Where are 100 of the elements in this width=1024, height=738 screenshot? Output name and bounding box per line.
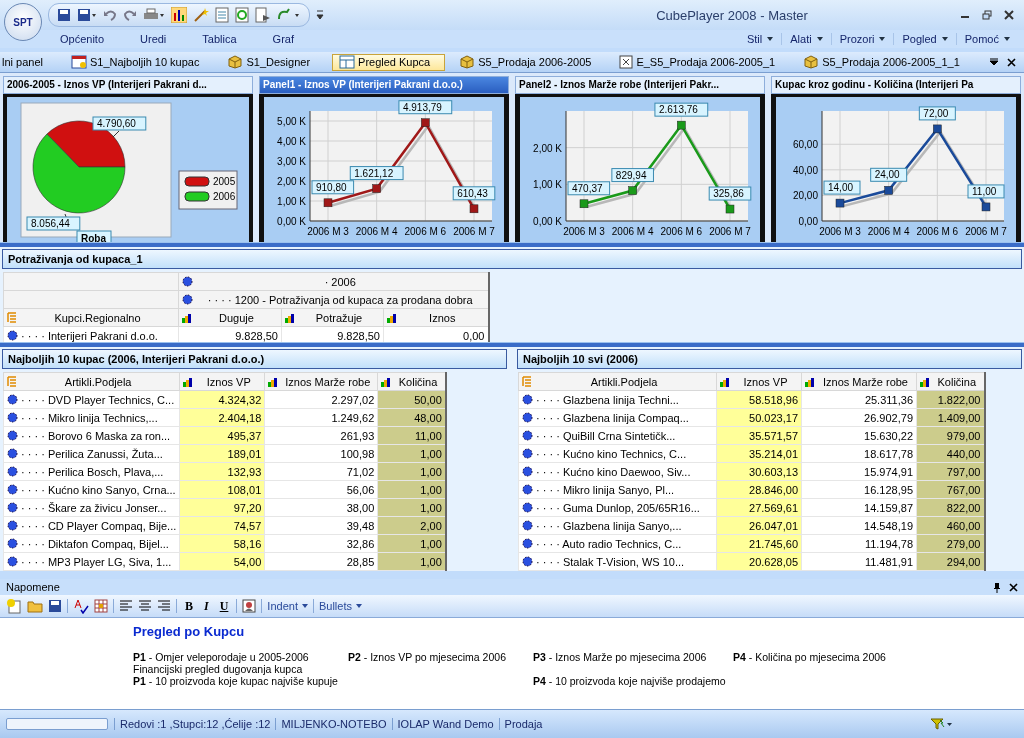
row-label[interactable]: · · · · Kućno kino Daewoo, Siv...: [536, 465, 691, 478]
row-label[interactable]: · · · · Mikro linija Sanyo, Pl...: [536, 483, 675, 496]
row-label[interactable]: · · · · Glazbena linija Techni...: [536, 393, 679, 406]
format-button[interactable]: U: [216, 598, 232, 614]
menu-dropdown[interactable]: Alati: [781, 33, 831, 45]
column-header[interactable]: Duguje: [195, 311, 278, 324]
close-icon[interactable]: [1004, 10, 1014, 20]
row-label[interactable]: · · · · Diktafon Compaq, Bijel...: [21, 537, 169, 550]
member-icon: [7, 466, 18, 477]
row-label[interactable]: · · · · Stalak T-Vision, WS 10...: [536, 555, 685, 568]
format-button[interactable]: I: [201, 598, 212, 614]
row-dimension-header[interactable]: Artikli.Podjela: [535, 375, 713, 388]
row-label[interactable]: · · · · Glazbena linija Sanyo,...: [536, 519, 682, 532]
panel-title[interactable]: Panel1 - Iznos VP (Interijeri Pakrani d.o.o.): [259, 76, 509, 94]
menu-dropdown[interactable]: Pogled: [893, 33, 956, 45]
column-header[interactable]: · · · · 1200 - Potraživanja od kupaca za prodana dobra: [196, 293, 485, 306]
toolbar-dropdown[interactable]: Bullets: [318, 600, 362, 612]
document-tab[interactable]: S5_Prodaja 2006-2005_1_1: [797, 53, 974, 71]
column-header[interactable]: Iznos VP: [733, 375, 798, 388]
refresh-icon[interactable]: [235, 7, 249, 23]
row-label[interactable]: · · · · QuiBill Crna Sintetičk...: [536, 429, 676, 442]
data-label: 1.621,12: [349, 166, 404, 181]
column-header[interactable]: · 2006: [196, 275, 485, 288]
menu-dropdown[interactable]: Prozori: [830, 33, 894, 45]
customize-toolbar-icon[interactable]: [316, 10, 324, 20]
data-label: 24,00: [870, 167, 908, 182]
contact-icon[interactable]: [242, 599, 257, 613]
row-label[interactable]: · · · · Mikro linija Technics,...: [21, 411, 158, 424]
row-label[interactable]: · · · · Kućno kino Sanyo, Crna...: [21, 483, 176, 496]
restore-icon[interactable]: [982, 10, 992, 20]
save-icon[interactable]: [57, 8, 71, 22]
row-label[interactable]: · · · · Interijeri Pakrani d.o.o.: [21, 329, 158, 342]
column-header[interactable]: Količina: [933, 375, 981, 388]
row-label[interactable]: · · · · Škare za živicu Jonser...: [21, 501, 167, 514]
document-tab[interactable]: lni panel: [0, 53, 57, 71]
document-tab[interactable]: S5_Prodaja 2006-2005: [453, 53, 606, 71]
tab-list-icon[interactable]: [989, 58, 999, 66]
align-right-icon[interactable]: [157, 600, 171, 612]
member-icon: [522, 394, 533, 405]
table-icon[interactable]: [94, 599, 108, 613]
document-tab[interactable]: Pregled Kupca: [332, 53, 446, 71]
menu-item[interactable]: Općenito: [60, 33, 105, 45]
row-dimension-header[interactable]: Kupci.Regionalno: [20, 311, 175, 324]
row-label[interactable]: · · · · CD Player Compaq, Bije...: [21, 519, 177, 532]
undo-icon[interactable]: [103, 8, 117, 22]
menu-dropdown[interactable]: Stil: [738, 33, 782, 45]
spellcheck-icon[interactable]: [73, 598, 89, 614]
row-label[interactable]: · · · · Glazbena linija Compaq...: [536, 411, 689, 424]
menu-item[interactable]: Tablica: [202, 33, 237, 45]
row-label[interactable]: · · · · Auto radio Technics, C...: [536, 537, 682, 550]
row-label[interactable]: · · · · Borovo 6 Maska za ron...: [21, 429, 171, 442]
new-document-icon[interactable]: [6, 598, 22, 614]
y-tick-label: 1,00 K: [277, 196, 306, 207]
row-label[interactable]: · · · · Kućno kino Technics, C...: [536, 447, 687, 460]
column-header[interactable]: Iznos Marže robe: [281, 375, 375, 388]
document-tab[interactable]: S1_Designer: [221, 53, 325, 71]
align-center-icon[interactable]: [138, 600, 152, 612]
row-dimension-header[interactable]: Artikli.Podjela: [20, 375, 177, 388]
row-label[interactable]: · · · · Guma Dunlop, 205/65R16...: [536, 501, 700, 514]
column-header[interactable]: Količina: [394, 375, 442, 388]
hierarchy-icon: [522, 375, 532, 388]
row-label[interactable]: · · · · Perilica Zanussi, Žuta...: [21, 447, 163, 460]
row-label[interactable]: · · · · DVD Player Technics, C...: [21, 393, 175, 406]
close-icon[interactable]: [1007, 57, 1016, 67]
row-label[interactable]: · · · · Perilica Bosch, Plava,...: [21, 465, 164, 478]
document-tab[interactable]: S1_Najboljih 10 kupac: [65, 53, 214, 71]
bar-chart-icon[interactable]: [171, 7, 187, 23]
folder-icon[interactable]: [27, 599, 43, 613]
toolbar-dropdown[interactable]: Indent: [267, 600, 308, 612]
data-point: [579, 199, 589, 208]
column-header[interactable]: Iznos Marže robe: [818, 375, 913, 388]
data-point: [421, 118, 430, 127]
wand-icon[interactable]: [193, 7, 209, 23]
export-icon[interactable]: [255, 7, 271, 23]
data-point: [677, 120, 686, 130]
menu-dropdown[interactable]: Pomoć: [955, 33, 1018, 45]
align-left-icon[interactable]: [119, 600, 133, 612]
member-icon: [522, 466, 533, 477]
pin-icon[interactable]: [993, 581, 1001, 593]
panel-title[interactable]: Panel2 - Iznos Marže robe (Interijeri Pakr...: [515, 76, 765, 94]
column-header[interactable]: Iznos VP: [196, 375, 262, 388]
member-icon: [522, 502, 533, 513]
member-icon: [7, 484, 18, 495]
format-button[interactable]: B: [182, 598, 196, 614]
print-icon[interactable]: [143, 8, 165, 22]
column-header[interactable]: Iznos: [400, 311, 485, 324]
app-logo[interactable]: SPT: [4, 3, 42, 41]
panel-title[interactable]: 2006-2005 - Iznos VP (Interijeri Pakrani d...: [3, 76, 253, 94]
menu-item[interactable]: Uredi: [140, 33, 167, 45]
panel-title[interactable]: Kupac kroz godinu - Količina (Interijeri Pa: [771, 76, 1021, 94]
document-icon[interactable]: [215, 7, 229, 23]
filter-icon[interactable]: [930, 717, 954, 731]
row-label[interactable]: · · · · MP3 Player LG, Siva, 1...: [21, 555, 172, 568]
save-as-icon[interactable]: [77, 8, 97, 22]
column-header[interactable]: Potražuje: [298, 311, 380, 324]
save-icon[interactable]: [48, 599, 62, 613]
redo-icon[interactable]: [123, 8, 137, 22]
menu-item[interactable]: Graf: [272, 33, 294, 45]
document-tab[interactable]: E_S5_Prodaja 2006-2005_1: [613, 53, 790, 71]
close-icon[interactable]: [1009, 582, 1018, 592]
